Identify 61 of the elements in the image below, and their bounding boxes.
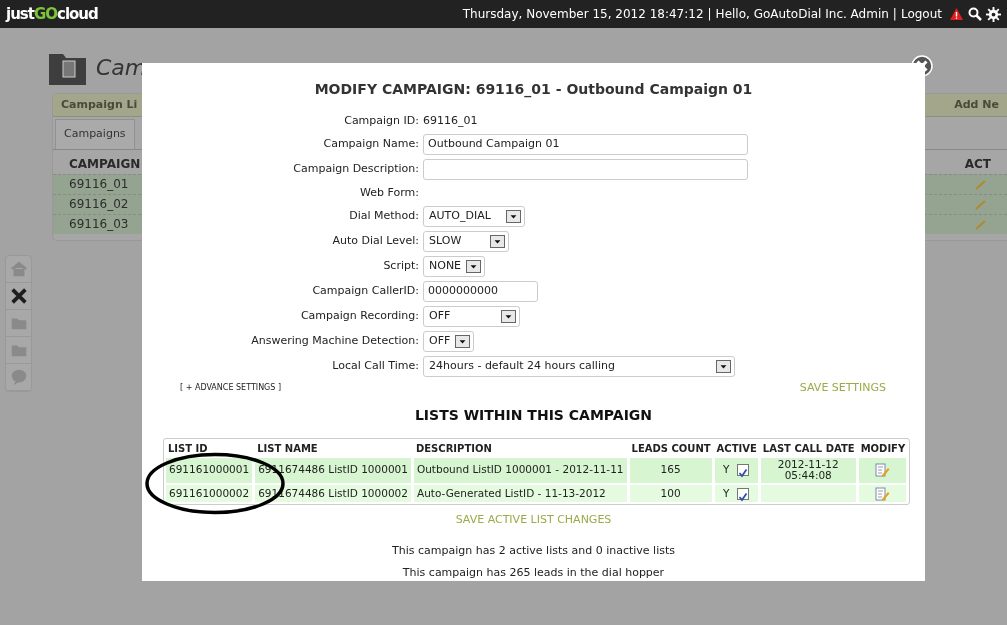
field-label: Local Call Time:	[331, 358, 420, 375]
modal-title: MODIFY CAMPAIGN: 69116_01 - Outbound Campaign 01	[313, 80, 754, 100]
table-cell: 100	[629, 484, 713, 503]
table-cell-text: 2012-11-12 05:44:08	[776, 458, 840, 482]
column-header: MODIFY	[859, 441, 907, 456]
field-label: Web Form:	[359, 184, 420, 201]
input-field[interactable]	[423, 159, 748, 180]
field-label: Campaign ID:	[343, 112, 420, 129]
dropdown[interactable]: AUTO_DIAL	[423, 206, 525, 227]
column-header: DESCRIPTION	[414, 441, 493, 456]
dropdown[interactable]: SLOW	[423, 231, 509, 252]
active-label: Y	[723, 463, 730, 476]
separator-text: |	[707, 6, 712, 23]
date-time: Thursday, November 15, 2012 18:47:12	[462, 6, 704, 23]
table-cell: Auto-Generated ListID - 11-13-2012	[413, 484, 628, 503]
field-label: Script:	[382, 258, 420, 275]
add-link[interactable]: Add Ne	[954, 96, 999, 114]
field-value: 69116_01	[423, 112, 478, 129]
settings-icon[interactable]	[986, 6, 1001, 22]
separator-text: |	[892, 6, 897, 23]
checkbox[interactable]	[737, 487, 750, 500]
field-label: Campaign CallerID:	[311, 283, 420, 300]
tab[interactable]: Campaigns	[55, 119, 135, 149]
field-label: Answering Machine Detection:	[250, 333, 420, 350]
summary-text: This campaign has 2 active lists and 0 inactive lists	[392, 542, 675, 559]
advance-settings-link[interactable]: [ + ADVANCE SETTINGS ]	[180, 382, 282, 395]
field-label: Campaign Description:	[292, 161, 420, 178]
logout-link[interactable]: Logout	[900, 5, 942, 23]
column-header: ACT	[964, 155, 991, 173]
table-cell: 165	[629, 457, 713, 483]
dropdown[interactable]: OFF	[423, 306, 520, 327]
checkbox[interactable]	[737, 464, 750, 477]
dropdown[interactable]: NONE	[423, 256, 485, 277]
greeting: Hello, GoAutoDial Inc. Admin	[715, 6, 889, 23]
column-header: ACTIVE	[715, 441, 758, 456]
search-icon[interactable]	[968, 7, 982, 21]
field-label: Campaign Name:	[322, 136, 420, 153]
column-header: CAMPAIGN	[69, 155, 141, 173]
table-cell-text: 69116_03	[69, 216, 129, 233]
column-header: LEADS COUNT	[630, 441, 712, 456]
dropdown[interactable]: OFF	[423, 331, 474, 352]
column-header: LAST CALL DATE	[761, 441, 856, 456]
table-cell: 691161000002	[166, 484, 254, 503]
table-cell: 691161000001	[166, 457, 254, 483]
card-title: Campaign Li	[61, 96, 138, 113]
input-field[interactable]: Outbound Campaign 01	[423, 134, 748, 155]
logo: justGOcloud	[6, 3, 98, 25]
column-header: LIST NAME	[256, 441, 319, 456]
warning-icon[interactable]	[949, 7, 964, 21]
column-header: LIST ID	[167, 441, 209, 456]
table-cell-text: 69116_02	[69, 196, 129, 213]
section-heading: LISTS WITHIN THIS CAMPAIGN	[413, 405, 654, 425]
active-label: Y	[723, 486, 730, 499]
field-label: Campaign Recording:	[299, 308, 420, 325]
field-label: Dial Method:	[348, 208, 420, 225]
field-label: Auto Dial Level:	[331, 233, 420, 250]
table-cell-text: 69116_01	[69, 176, 129, 193]
input-field[interactable]: 0000000000	[423, 281, 538, 302]
dropdown[interactable]: 24hours - default 24 hours calling	[423, 356, 735, 377]
table-cell: Outbound ListID 1000001 - 2012-11-11	[413, 457, 628, 483]
summary-text: This campaign has 265 leads in the dial hopper	[402, 565, 665, 582]
